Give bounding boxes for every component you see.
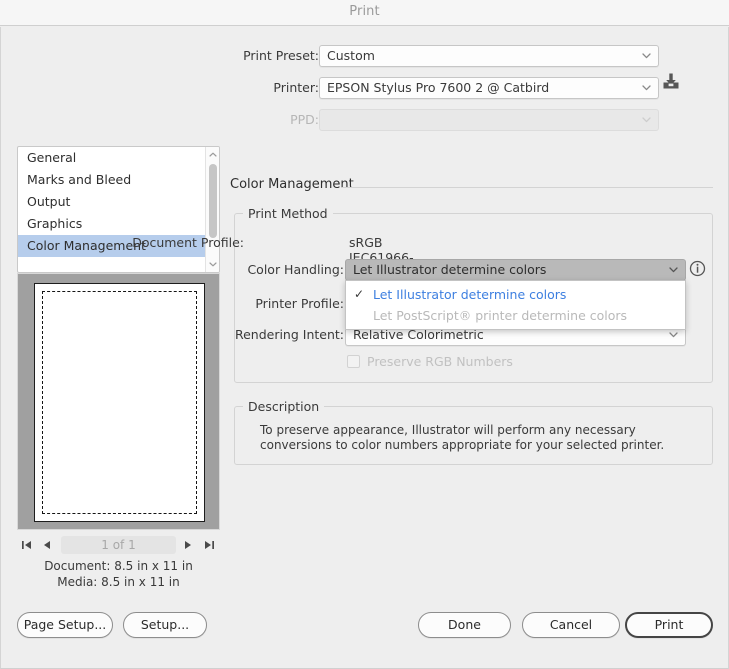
print-preset-row: Print Preset: (83, 45, 319, 67)
sidebar-item-marks-and-bleed[interactable]: Marks and Bleed (18, 169, 219, 191)
color-handling-row: Color Handling: (114, 259, 344, 281)
last-page-icon[interactable] (202, 537, 217, 552)
chevron-down-icon (642, 78, 651, 98)
chevron-down-icon (642, 110, 651, 130)
preserve-rgb-numbers-checkbox (347, 355, 360, 368)
menu-item-label: Let Illustrator determine colors (373, 287, 567, 302)
info-icon[interactable] (689, 260, 706, 277)
done-button[interactable]: Done (418, 612, 511, 638)
color-handling-value: Let Illustrator determine colors (353, 262, 547, 277)
color-handling-dropdown-menu[interactable]: ✓ Let Illustrator determine colors Let P… (345, 280, 686, 330)
rendering-intent-label: Rendering Intent: (234, 327, 344, 342)
sidebar-scroll-thumb[interactable] (209, 164, 217, 238)
sidebar-item-general[interactable]: General (18, 147, 219, 169)
ppd-select (319, 109, 659, 131)
sidebar-item-label: Marks and Bleed (27, 172, 132, 187)
document-profile-label: Document Profile: (132, 235, 244, 250)
printer-value: EPSON Stylus Pro 7600 2 @ Catbird (327, 80, 550, 95)
preview-page (34, 283, 205, 522)
sidebar-item-output[interactable]: Output (18, 191, 219, 213)
document-profile-row: Document Profile: (14, 232, 244, 254)
preserve-rgb-numbers-label: Preserve RGB Numbers (367, 354, 513, 369)
menu-item-let-illustrator-determine-colors[interactable]: ✓ Let Illustrator determine colors (346, 284, 685, 305)
document-size-label: Document: 8.5 in x 11 in (44, 559, 193, 573)
description-legend: Description (248, 399, 320, 414)
printer-label: Printer: (273, 80, 319, 95)
printer-row: Printer: (83, 77, 319, 99)
menu-item-label: Let PostScript® printer determine colors (373, 308, 628, 323)
ppd-label: PPD: (290, 112, 319, 127)
print-method-legend: Print Method (248, 206, 328, 221)
window-titlebar: Print (0, 0, 729, 26)
printer-profile-row: Printer Profile: (114, 293, 344, 315)
next-page-icon[interactable] (181, 537, 196, 552)
chevron-down-icon (669, 260, 678, 280)
page-setup-button[interactable]: Page Setup... (17, 612, 113, 638)
description-text: To preserve appearance, Illustrator will… (260, 423, 665, 452)
print-preset-label: Print Preset: (243, 48, 319, 63)
media-size-label: Media: 8.5 in x 11 in (57, 575, 180, 589)
sidebar-item-label: General (27, 150, 77, 165)
setup-button[interactable]: Setup... (123, 612, 207, 638)
window-title: Print (349, 4, 380, 19)
chevron-up-icon[interactable] (206, 148, 219, 161)
save-preset-icon[interactable] (662, 73, 680, 90)
sidebar-item-label: Graphics (27, 216, 83, 231)
print-preset-value: Custom (327, 48, 375, 63)
print-dialog-window: Print Print Preset: Custom Printer: EPSO… (0, 0, 729, 669)
dialog-body: Print Preset: Custom Printer: EPSON Styl… (0, 27, 729, 669)
color-handling-label: Color Handling: (247, 262, 344, 277)
checkmark-icon: ✓ (354, 287, 365, 301)
sidebar-item-label: Output (27, 194, 71, 209)
cancel-button[interactable]: Cancel (522, 612, 620, 638)
rendering-intent-row: Rendering Intent: (114, 324, 344, 346)
page-indicator[interactable]: 1 of 1 (61, 536, 176, 554)
chevron-down-icon (642, 46, 651, 66)
previous-page-icon[interactable] (39, 537, 54, 552)
print-preset-select[interactable]: Custom (319, 45, 659, 67)
printer-profile-label: Printer Profile: (255, 296, 344, 311)
print-button[interactable]: Print (625, 612, 713, 638)
first-page-icon[interactable] (19, 537, 34, 552)
menu-item-let-postscript-printer-determine-colors: Let PostScript® printer determine colors (346, 305, 685, 326)
color-handling-select[interactable]: Let Illustrator determine colors (345, 259, 686, 281)
page-title: Color Management (230, 177, 354, 192)
panel-title-rule (341, 187, 713, 188)
printer-select[interactable]: EPSON Stylus Pro 7600 2 @ Catbird (319, 77, 659, 99)
ppd-row: PPD: (83, 109, 319, 131)
preview-pager: 1 of 1 (17, 534, 220, 556)
